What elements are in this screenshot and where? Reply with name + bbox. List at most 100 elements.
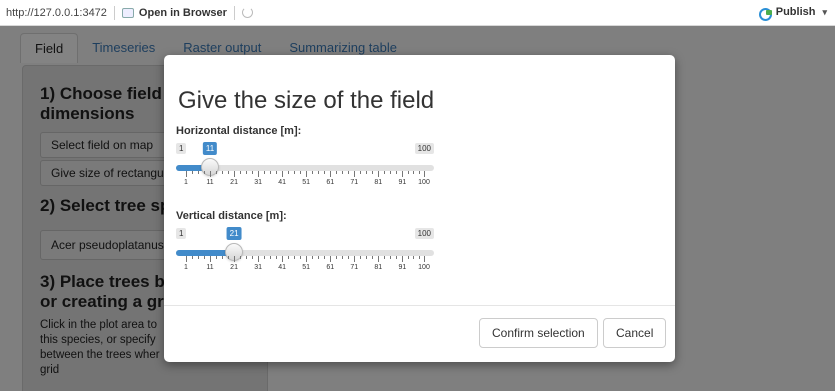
help-text-line: grid <box>40 364 60 376</box>
refresh-icon[interactable] <box>241 7 253 18</box>
modal-footer-divider <box>164 305 675 306</box>
slider-tick-label: 91 <box>398 179 407 186</box>
slider-value-label: 21 <box>226 227 242 240</box>
slider-minor-tick <box>264 171 266 174</box>
slider-minor-tick <box>418 256 420 259</box>
slider-major-tick <box>258 256 260 262</box>
slider-minor-tick <box>288 171 290 174</box>
confirm-selection-button[interactable]: Confirm selection <box>479 318 598 348</box>
slider-major-tick <box>354 171 356 177</box>
slider-minor-tick <box>366 256 368 259</box>
toolbar-separator <box>113 5 115 20</box>
section-heading-place-trees-cont: or creating a gri <box>40 292 169 311</box>
slider-major-tick <box>210 256 212 262</box>
slider-tick-label: 71 <box>350 179 359 186</box>
section-heading-species: 2) Select tree sp <box>40 196 171 215</box>
slider-minor-tick <box>276 171 278 174</box>
slider-minor-tick <box>294 256 296 259</box>
slider-major-tick <box>282 256 284 262</box>
slider-tick-label: 31 <box>254 179 263 186</box>
slider-tick-label: 51 <box>302 264 311 271</box>
slider-min-label: 1 <box>176 228 187 239</box>
slider-minor-tick <box>252 171 254 174</box>
slider-minor-tick <box>240 171 242 174</box>
toolbar-separator <box>233 5 235 20</box>
slider-minor-tick <box>318 171 320 174</box>
slider-major-tick <box>378 171 380 177</box>
url-text[interactable]: http://127.0.0.1:3472 <box>0 7 107 19</box>
slider-major-tick <box>424 171 425 177</box>
slider-minor-tick <box>318 256 320 259</box>
slider-minor-tick <box>300 171 302 174</box>
publish-label: Publish <box>775 6 816 18</box>
slider-minor-tick <box>312 256 314 259</box>
slider-minor-tick <box>348 171 350 174</box>
slider-major-tick <box>210 171 212 177</box>
slider-minor-tick <box>300 256 302 259</box>
slider-major-tick <box>282 171 284 177</box>
slider-minor-tick <box>390 171 392 174</box>
slider-minor-tick <box>418 171 420 174</box>
slider-minor-tick <box>413 256 415 259</box>
slider-tick-label: 1 <box>184 264 188 271</box>
slider-max-label: 100 <box>414 228 434 239</box>
slider-max-label: 100 <box>414 143 434 154</box>
slider-minor-tick <box>240 256 242 259</box>
slider-minor-tick <box>336 171 338 174</box>
slider-scale: 1 11 21 31 41 51 61 71 81 91 100 <box>176 256 434 276</box>
slider-minor-tick <box>204 256 206 259</box>
slider-major-tick <box>402 256 404 262</box>
slider-minor-tick <box>216 171 218 174</box>
slider-tick-label: 11 <box>206 264 214 271</box>
slider-major-tick <box>330 171 332 177</box>
slider-minor-tick <box>384 256 386 259</box>
publish-button[interactable]: Publish ▾ <box>758 6 827 21</box>
slider-minor-tick <box>192 171 193 174</box>
slider-minor-tick <box>372 256 374 259</box>
slider-minor-tick <box>246 171 248 174</box>
slider-value-label: 11 <box>202 142 218 155</box>
slider-minor-tick <box>270 256 272 259</box>
slider-minor-tick <box>372 171 374 174</box>
modal-title: Give the size of the field <box>178 87 435 114</box>
slider-major-tick <box>306 171 308 177</box>
slider-major-tick <box>378 256 380 262</box>
slider-minor-tick <box>312 171 314 174</box>
slider-minor-tick <box>198 256 200 259</box>
slider-minor-tick <box>264 256 266 259</box>
slider-tick-label: 61 <box>326 264 335 271</box>
tab-field[interactable]: Field <box>20 33 79 63</box>
tab-timeseries[interactable]: Timeseries <box>78 33 169 63</box>
slider-tick-label: 81 <box>374 179 383 186</box>
slider-minor-tick <box>396 171 398 174</box>
slider-minor-tick <box>360 256 362 259</box>
slider-scale: 1 11 21 31 41 51 61 71 81 91 100 <box>176 171 434 191</box>
slider-major-tick <box>402 171 404 177</box>
slider-minor-tick <box>228 171 230 174</box>
slider-minor-tick <box>192 256 193 259</box>
slider-minor-tick <box>360 171 362 174</box>
publish-icon <box>758 7 772 21</box>
vertical-distance-label: Vertical distance [m]: <box>176 210 287 222</box>
slider-minor-tick <box>324 256 326 259</box>
open-in-browser-button[interactable]: Open in Browser <box>121 7 227 19</box>
slider-tick-label: 91 <box>398 264 407 271</box>
cancel-button[interactable]: Cancel <box>603 318 667 348</box>
chevron-down-icon: ▾ <box>822 6 827 17</box>
slider-minor-tick <box>324 171 326 174</box>
slider-minor-tick <box>384 171 386 174</box>
slider-major-tick <box>234 256 236 262</box>
slider-minor-tick <box>222 256 224 259</box>
slider-tick-label: 100 <box>418 264 430 271</box>
slider-major-tick <box>354 256 356 262</box>
vertical-distance-slider[interactable]: 1 100 21 1 11 21 31 41 51 61 71 81 91 100 <box>176 226 434 276</box>
slider-minor-tick <box>276 256 278 259</box>
browser-window-icon <box>121 7 134 18</box>
slider-minor-tick <box>294 171 296 174</box>
horizontal-distance-slider[interactable]: 1 100 11 1 11 21 31 41 51 61 71 81 91 100 <box>176 141 434 191</box>
slider-major-tick <box>306 256 308 262</box>
slider-minor-tick <box>342 171 344 174</box>
slider-minor-tick <box>216 256 218 259</box>
slider-tick-label: 51 <box>302 179 311 186</box>
slider-minor-tick <box>396 256 398 259</box>
